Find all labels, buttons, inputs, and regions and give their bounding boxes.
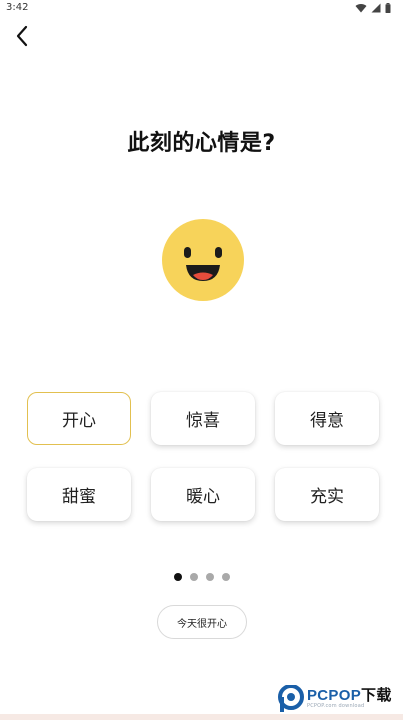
mood-grid: 开心 惊喜 得意甜蜜 暖心 充实	[27, 392, 380, 522]
chevron-left-icon	[16, 25, 28, 47]
page-title: 此刻的心情是?	[127, 131, 276, 156]
page-dot-2	[190, 573, 198, 581]
smiling-face-icon	[162, 219, 244, 301]
confirm-mood-button[interactable]: 今天很开心	[157, 605, 247, 639]
watermark-accent: 下载	[361, 687, 392, 704]
mood-option-4[interactable]: 甜蜜	[27, 468, 131, 521]
watermark-text: PCPOP下载	[307, 687, 392, 704]
page-dot-4	[222, 573, 230, 581]
back-button[interactable]	[10, 22, 34, 50]
battery-icon	[385, 3, 391, 13]
mood-option-2[interactable]: 惊喜	[151, 392, 255, 445]
bottom-strip	[0, 714, 403, 720]
mood-option-3[interactable]: 得意	[275, 392, 379, 445]
status-bar: 3:42	[0, 0, 403, 18]
mood-option-5[interactable]: 暖心	[151, 468, 255, 521]
page-dot-3	[206, 573, 214, 581]
status-time: 3:42	[6, 2, 29, 13]
watermark-subtext: PCPOP.com download	[307, 703, 365, 709]
mood-option-6[interactable]: 充实	[275, 468, 379, 521]
signal-icon	[371, 3, 381, 13]
status-icons	[355, 3, 391, 13]
page-dot-1	[174, 573, 182, 581]
page-indicator	[174, 573, 230, 581]
watermark: PCPOP下载 PCPOP.com download	[278, 684, 392, 714]
wifi-icon	[355, 3, 367, 13]
mood-option-1[interactable]: 开心	[27, 392, 131, 445]
pcpop-logo-icon	[278, 685, 304, 712]
